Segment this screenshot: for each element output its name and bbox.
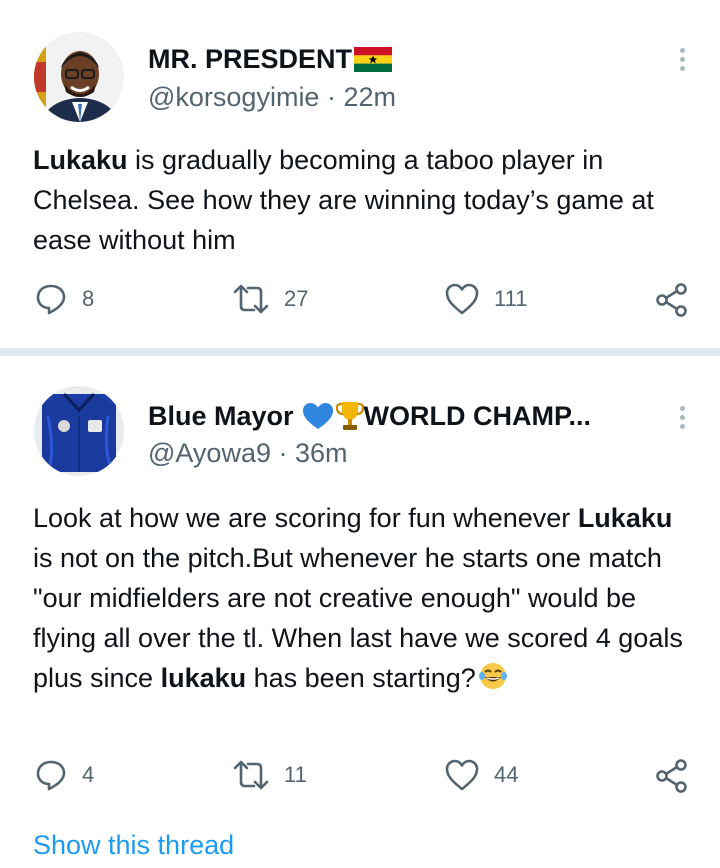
more-options-icon[interactable] [678,48,686,75]
mention-text: Lukaku [33,145,128,175]
avatar[interactable] [34,32,124,122]
avatar[interactable] [34,386,124,476]
handle[interactable]: @Ayowa9 [148,438,271,468]
reply-button[interactable]: 8 [34,282,94,316]
display-name[interactable]: MR. PRESDENT [148,44,393,75]
like-count: 44 [494,762,519,787]
tweet[interactable]: MR. PRESDENT @korsogyimie · 22m Lukaku i… [0,0,720,348]
heart-icon [445,283,479,315]
separator-dot: · [326,82,344,112]
mention-text: lukaku [160,663,247,693]
mention-text: Lukaku [577,503,673,533]
share-button[interactable] [654,282,690,318]
share-button[interactable] [654,758,690,794]
tweet-text-part: Look at how we are scoring for fun whene… [33,503,578,533]
timestamp[interactable]: 22m [343,82,396,112]
retweet-button[interactable]: 11 [232,758,307,792]
show-thread-link[interactable]: Show this thread [33,830,234,861]
tweet-divider [0,348,720,356]
blue-heart-icon [302,403,333,429]
timestamp[interactable]: 36m [295,438,348,468]
retweet-button[interactable]: 27 [232,282,308,316]
more-options-icon[interactable] [678,406,686,433]
like-button[interactable]: 111 [444,282,527,316]
action-bar: 4 11 44 [0,758,720,798]
reply-count: 8 [82,286,95,311]
retweet-count: 27 [284,286,309,311]
like-button[interactable]: 44 [444,758,518,792]
like-count: 111 [494,286,528,311]
display-name-tail: WORLD CHAMP... [363,400,592,431]
heart-icon [445,759,479,791]
tweet-text: Look at how we are scoring for fun whene… [33,498,693,698]
action-bar: 8 27 111 [0,282,720,322]
reply-button[interactable]: 4 [34,758,94,792]
separator-dot: · [278,438,295,468]
handle-and-time: @korsogyimie · 22m [148,82,396,113]
retweet-icon [233,284,269,314]
trophy-icon [335,402,364,430]
reply-icon [36,760,66,791]
handle-and-time: @Ayowa9 · 36m [148,438,348,469]
reply-icon [36,284,66,315]
share-icon [656,283,687,317]
ghana-flag-icon [354,47,393,72]
display-name-text: MR. PRESDENT [148,44,353,74]
share-icon [656,759,687,793]
tweet-text-part: has been starting? [246,663,476,693]
tweet-text: Lukaku is gradually becoming a taboo pla… [33,140,693,260]
retweet-count: 11 [284,762,307,787]
display-name-text: Blue Mayor [148,400,294,431]
tears-of-joy-icon [478,663,507,689]
reply-count: 4 [82,762,95,787]
handle[interactable]: @korsogyimie [148,82,319,112]
retweet-icon [233,760,269,790]
tweet[interactable]: Blue Mayor WORLD CHAMP... @Ayowa9 · 36m … [0,356,720,868]
display-name[interactable]: Blue Mayor WORLD CHAMP... [148,400,591,432]
